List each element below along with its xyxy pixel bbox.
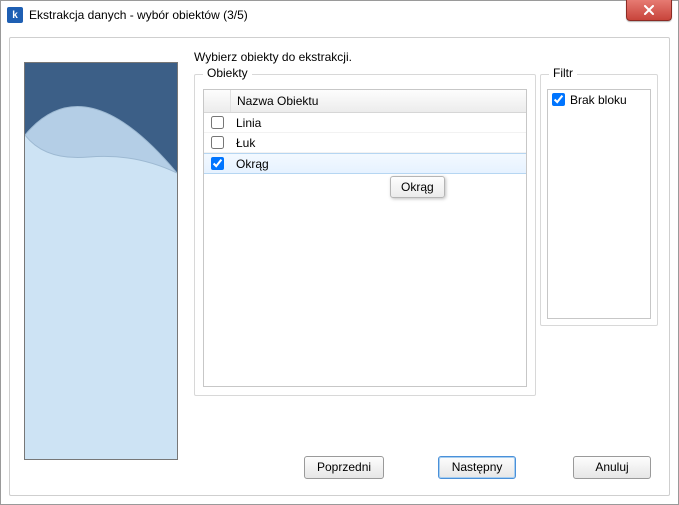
previous-button[interactable]: Poprzedni: [304, 456, 384, 479]
button-bar: Poprzedni Następny Anuluj: [194, 453, 657, 481]
checkbox-column-header: [204, 90, 231, 112]
object-checkbox[interactable]: [211, 136, 224, 149]
objects-fieldset: Obiekty Nazwa Obiektu LiniaŁukOkrąg Okrą…: [194, 74, 536, 396]
object-row[interactable]: Linia: [204, 113, 526, 133]
filter-row[interactable]: Brak bloku: [548, 90, 650, 109]
object-checkbox[interactable]: [211, 116, 224, 129]
instruction-label: Wybierz obiekty do ekstrakcji.: [194, 50, 352, 64]
filter-list[interactable]: Brak bloku: [547, 89, 651, 319]
preview-pane: [24, 62, 178, 460]
filter-checkbox[interactable]: [552, 93, 565, 106]
objects-legend: Obiekty: [203, 66, 252, 80]
window-title: Ekstrakcja danych - wybór obiektów (3/5): [29, 8, 248, 22]
titlebar: k Ekstrakcja danych - wybór obiektów (3/…: [1, 1, 678, 29]
cancel-button[interactable]: Anuluj: [573, 456, 651, 479]
client-area: Wybierz obiekty do ekstrakcji. Obiekty N…: [9, 37, 670, 496]
close-icon: [643, 5, 655, 15]
page-curl-illustration: [25, 63, 177, 459]
filter-label: Brak bloku: [570, 93, 627, 107]
object-checkbox[interactable]: [211, 157, 224, 170]
inner: Wybierz obiekty do ekstrakcji. Obiekty N…: [22, 50, 657, 483]
app-icon: k: [7, 7, 23, 23]
filter-legend: Filtr: [549, 66, 577, 80]
name-column-header: Nazwa Obiektu: [231, 94, 526, 108]
next-button[interactable]: Następny: [438, 456, 516, 479]
object-name: Okrąg: [230, 157, 526, 171]
object-row[interactable]: Okrąg: [204, 153, 526, 174]
object-name: Łuk: [230, 136, 526, 150]
objects-list[interactable]: Nazwa Obiektu Linia Łuk Okrąg Okrąg: [203, 89, 527, 387]
tooltip: Okrąg: [390, 176, 445, 198]
objects-list-header: Nazwa Obiektu: [204, 90, 526, 113]
close-button[interactable]: [626, 0, 672, 21]
object-row[interactable]: Łuk: [204, 133, 526, 153]
filter-fieldset: Filtr Brak bloku: [540, 74, 658, 326]
dialog-window: k Ekstrakcja danych - wybór obiektów (3/…: [0, 0, 679, 505]
object-name: Linia: [230, 116, 526, 130]
